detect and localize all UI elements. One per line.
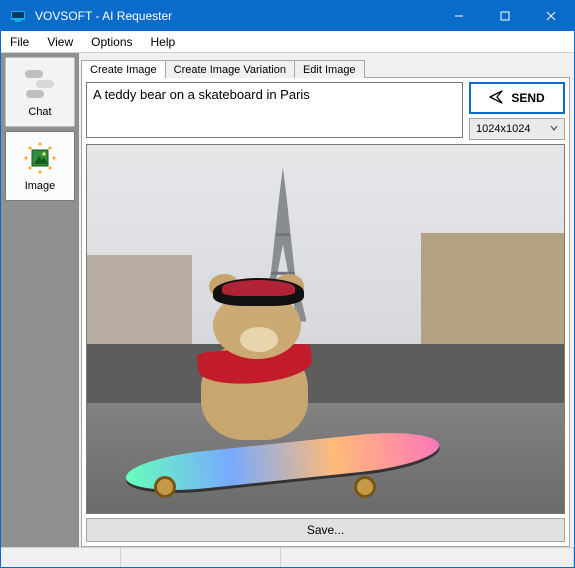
tab-body: SEND 1024x1024: [81, 77, 570, 547]
prompt-input[interactable]: [86, 82, 463, 138]
send-button[interactable]: SEND: [469, 82, 565, 114]
menu-view[interactable]: View: [38, 33, 82, 51]
chat-icon: [22, 66, 58, 102]
size-select-value: 1024x1024: [476, 123, 530, 135]
menu-file[interactable]: File: [1, 33, 38, 51]
sidebar-image-label: Image: [25, 180, 56, 192]
sidebar-image-button[interactable]: Image: [5, 131, 75, 201]
main-panel: Create Image Create Image Variation Edit…: [79, 53, 574, 547]
menu-help[interactable]: Help: [142, 33, 185, 51]
tab-strip: Create Image Create Image Variation Edit…: [81, 55, 570, 77]
size-select[interactable]: 1024x1024: [469, 118, 565, 140]
app-icon: [9, 7, 27, 25]
save-button[interactable]: Save...: [86, 518, 565, 542]
sidebar-chat-button[interactable]: Chat: [5, 57, 75, 127]
generated-image: [86, 144, 565, 514]
prompt-row: SEND 1024x1024: [86, 82, 565, 140]
close-button[interactable]: [528, 1, 574, 31]
right-column: SEND 1024x1024: [469, 82, 565, 140]
sidebar-chat-label: Chat: [28, 106, 51, 118]
tab-create-image[interactable]: Create Image: [81, 60, 166, 78]
window-title: VOVSOFT - AI Requester: [33, 9, 436, 23]
menu-options[interactable]: Options: [82, 33, 141, 51]
body: Chat Image Create Image Create Image Var…: [1, 53, 574, 547]
sidebar: Chat Image: [1, 53, 79, 547]
teddy-bear-illustration: [163, 278, 354, 455]
chevron-down-icon: [550, 123, 558, 135]
send-label: SEND: [511, 91, 544, 105]
tab-create-variation[interactable]: Create Image Variation: [165, 60, 295, 78]
app-window: VOVSOFT - AI Requester File View Options…: [0, 0, 575, 568]
minimize-button[interactable]: [436, 1, 482, 31]
tab-edit-image[interactable]: Edit Image: [294, 60, 365, 78]
send-icon: [489, 90, 503, 107]
titlebar: VOVSOFT - AI Requester: [1, 1, 574, 31]
window-controls: [436, 1, 574, 31]
statusbar: [1, 547, 574, 567]
menubar: File View Options Help: [1, 31, 574, 53]
image-icon: [22, 140, 58, 176]
maximize-button[interactable]: [482, 1, 528, 31]
